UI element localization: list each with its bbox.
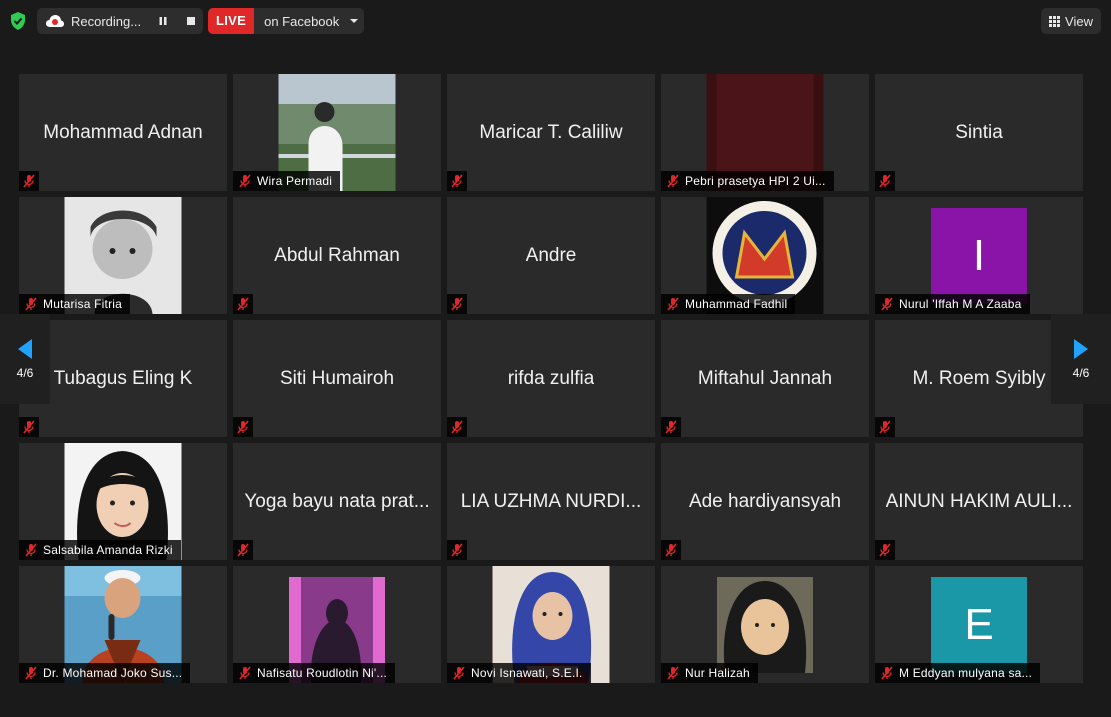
participant-tile[interactable]: Andre [447,197,655,314]
participant-name-tag: Dr. Mohamad Joko Sus... [19,663,191,683]
participant-tile[interactable]: Tubagus Eling K [19,320,227,437]
grid-icon [1049,15,1061,27]
participant-tile[interactable]: Miftahul Jannah [661,320,869,437]
stop-icon [187,17,195,25]
participant-tile[interactable]: Nur Halizah [661,566,869,683]
page-indicator: 4/6 [1072,366,1090,380]
security-shield-icon[interactable] [8,11,28,31]
participant-avatar-letter: E [931,577,1027,673]
muted-mic-icon [665,296,681,312]
participant-name-large: AINUN HAKIM AULI... [885,490,1073,512]
participant-tile[interactable]: Siti Humairoh [233,320,441,437]
participant-tile[interactable]: Sintia [875,74,1083,191]
participant-name-tag: Mutarisa Fitria [19,294,131,314]
chevron-down-icon [349,16,359,26]
participant-tile[interactable]: Pebri prasetya HPI 2 Ui... [661,74,869,191]
next-page-button[interactable]: 4/6 [1051,314,1111,404]
participant-tile[interactable]: rifda zulfia [447,320,655,437]
muted-mic-icon [19,171,39,191]
pause-icon [159,17,167,25]
muted-mic-icon [875,171,895,191]
muted-mic-icon [447,540,467,560]
participant-name-large: Miftahul Jannah [697,367,833,389]
participant-name-large: rifda zulfia [507,367,595,389]
participant-name-tag: Novi Isnawati, S.E.I. [447,663,591,683]
view-button[interactable]: View [1041,8,1101,34]
muted-mic-icon [447,171,467,191]
chevron-right-icon [1074,339,1088,359]
muted-mic-icon [661,417,681,437]
muted-mic-icon [661,540,681,560]
participant-name-large: Yoga bayu nata prat... [244,490,430,512]
muted-mic-icon [237,665,253,681]
muted-mic-icon [233,294,253,314]
participant-name-tag: Nur Halizah [661,663,758,683]
participant-name-large: Ade hardiyansyah [688,490,842,512]
muted-mic-icon [23,296,39,312]
participant-tile[interactable]: E M Eddyan mulyana sa... [875,566,1083,683]
participant-name-tag: Muhammad Fadhil [661,294,796,314]
participant-name-large: LIA UZHMA NURDI... [460,490,642,512]
stop-recording-button[interactable] [181,11,201,31]
pause-recording-button[interactable] [153,11,173,31]
participant-name-large: Mohammad Adnan [43,121,203,143]
participant-name-large: Tubagus Eling K [53,367,193,389]
participant-tile[interactable]: Ade hardiyansyah [661,443,869,560]
participant-avatar-letter: I [931,208,1027,304]
participant-tile[interactable]: LIA UZHMA NURDI... [447,443,655,560]
muted-mic-icon [879,296,895,312]
cloud-recording-icon [46,15,64,27]
participant-name-large: Maricar T. Caliliw [479,121,623,143]
muted-mic-icon [233,540,253,560]
muted-mic-icon [447,417,467,437]
participant-tile[interactable]: Dr. Mohamad Joko Sus... [19,566,227,683]
participant-name-large: Siti Humairoh [279,367,395,389]
participant-name-tag: Salsabila Amanda Rizki [19,540,181,560]
participant-name-large: Sintia [955,121,1003,143]
participant-tile[interactable]: Mohammad Adnan [19,74,227,191]
chevron-left-icon [18,339,32,359]
meeting-topbar: Recording... LIVE on Facebook View [0,0,1111,44]
participant-video [717,577,813,673]
muted-mic-icon [23,665,39,681]
muted-mic-icon [665,173,681,189]
page-indicator: 4/6 [16,366,34,380]
recording-label: Recording... [71,13,142,29]
muted-mic-icon [237,173,253,189]
participant-tile[interactable]: Muhammad Fadhil [661,197,869,314]
previous-page-button[interactable]: 4/6 [0,314,50,404]
participant-tile[interactable]: I Nurul 'Iffah M A Zaaba [875,197,1083,314]
participant-tile[interactable]: Maricar T. Caliliw [447,74,655,191]
muted-mic-icon [451,665,467,681]
participant-tile[interactable]: Novi Isnawati, S.E.I. [447,566,655,683]
recording-indicator[interactable]: Recording... [37,8,203,34]
muted-mic-icon [233,417,253,437]
live-target-label: on Facebook [264,13,340,29]
muted-mic-icon [23,542,39,558]
participant-tile[interactable]: AINUN HAKIM AULI... [875,443,1083,560]
muted-mic-icon [447,294,467,314]
participant-name-tag: Nafisatu Roudlotin Ni'... [233,663,396,683]
participant-name-tag: Nurul 'Iffah M A Zaaba [875,294,1030,314]
participant-name-tag: Pebri prasetya HPI 2 Ui... [661,171,834,191]
participant-tile[interactable]: Salsabila Amanda Rizki [19,443,227,560]
participant-name-tag: M Eddyan mulyana sa... [875,663,1041,683]
muted-mic-icon [665,665,681,681]
participant-name-tag: Wira Permadi [233,171,341,191]
participant-tile[interactable]: Wira Permadi [233,74,441,191]
participant-name-large: Andre [525,244,577,266]
participant-name-large: Abdul Rahman [274,244,400,266]
participant-tile[interactable]: Abdul Rahman [233,197,441,314]
muted-mic-icon [875,417,895,437]
muted-mic-icon [19,417,39,437]
live-badge: LIVE [208,8,255,34]
participant-tile[interactable]: Yoga bayu nata prat... [233,443,441,560]
muted-mic-icon [875,540,895,560]
participant-tile[interactable]: Mutarisa Fitria [19,197,227,314]
muted-mic-icon [879,665,895,681]
participant-tile[interactable]: Nafisatu Roudlotin Ni'... [233,566,441,683]
live-stream-menu[interactable]: LIVE on Facebook [208,8,364,34]
view-label: View [1065,13,1093,29]
